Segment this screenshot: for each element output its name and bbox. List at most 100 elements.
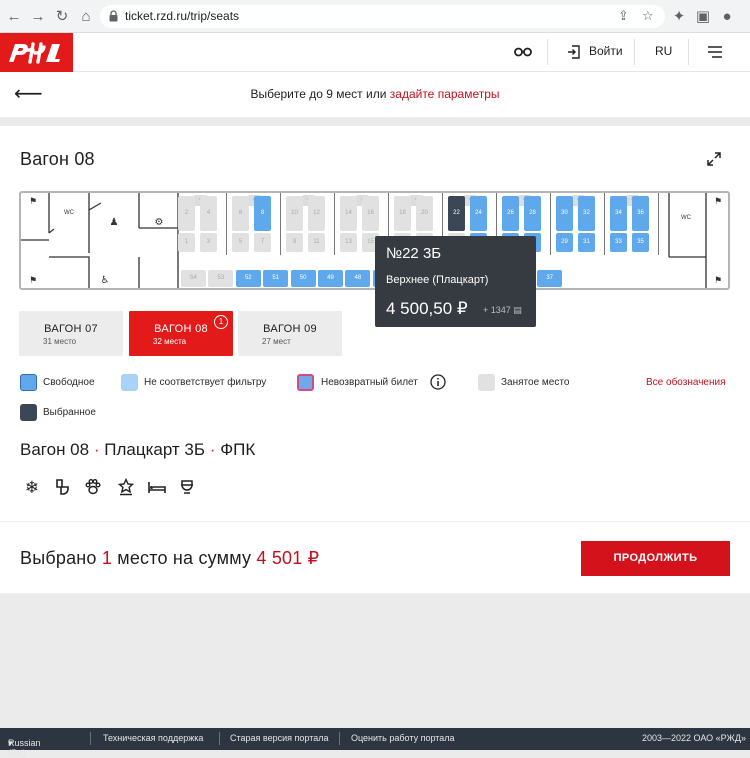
set-parameters-link[interactable]: задайте параметры (390, 87, 500, 101)
side-seat[interactable]: 49 (318, 270, 343, 287)
side-seat[interactable]: 37 (537, 270, 563, 287)
legend-taken-swatch (478, 374, 495, 391)
selection-total: Выбрано 1 место на сумму 4 501 ₽ (20, 548, 319, 569)
rzd-logo[interactable] (0, 33, 73, 72)
wagon-tab-count: 27 мест (262, 337, 291, 346)
all-legend-link[interactable]: Все обозначения (646, 377, 726, 388)
seat-upper[interactable]: 8 (254, 196, 271, 231)
site-header: Войти RU (0, 33, 750, 72)
legend-free-label: Свободное (43, 377, 95, 388)
seat-lower[interactable]: 33 (610, 233, 627, 252)
seat-upper[interactable]: 28 (524, 196, 541, 231)
seat-lower[interactable]: 13 (340, 233, 357, 252)
seat-lower[interactable]: 3 (200, 233, 217, 252)
seat-lower[interactable]: 35 (632, 233, 649, 252)
snowflake-icon: ❄ (24, 478, 40, 497)
seat-upper[interactable]: 20 (416, 196, 433, 231)
award-icon (116, 477, 136, 498)
wagon-title: Вагон 08 (20, 149, 95, 169)
seat-lower[interactable]: 31 (578, 233, 595, 252)
seat-upper[interactable]: 6 (232, 196, 249, 231)
tooltip-bonus-value: + 1347 (483, 305, 511, 315)
reload-icon[interactable]: ↻ (52, 7, 72, 27)
legend-free-swatch (20, 374, 37, 391)
wagon-service-area: WC ♟ ⚙ ♿ ⚑ ⚑ (21, 193, 179, 288)
tooltip-price: 4 500,50 ₽ (386, 299, 468, 318)
seat-upper[interactable]: 36 (632, 196, 649, 231)
bonus-card-icon: ▤ (513, 305, 522, 315)
login-icon[interactable] (567, 45, 580, 59)
footer-support-link[interactable]: Техническая поддержка (103, 733, 203, 743)
seat-lower[interactable]: 7 (254, 233, 271, 252)
legend-no-filter-label: Не соответствует фильтру (144, 377, 267, 388)
side-seat[interactable]: 54 (181, 270, 206, 287)
seat-lower[interactable]: 29 (556, 233, 573, 252)
svg-text:WC: WC (681, 215, 692, 221)
selection-summary: Выбрано 1 место на сумму 4 501 ₽ ПРОДОЛЖ… (0, 521, 750, 593)
sidebar-icon[interactable]: ▣ (693, 7, 713, 27)
seat-lower[interactable]: 11 (308, 233, 325, 252)
seat-lower[interactable]: 5 (232, 233, 249, 252)
compartment-divider (280, 193, 281, 255)
wagon-tab-08[interactable]: ВАГОН 08 32 места 1 (129, 311, 233, 356)
seat-upper[interactable]: 4 (200, 196, 217, 231)
carrier-name: ФПК (220, 440, 256, 459)
seat-upper[interactable]: 2 (178, 196, 195, 231)
side-seat[interactable]: 50 (290, 270, 316, 287)
tooltip-seat-number: №22 3Б (386, 245, 442, 262)
language-switch[interactable]: RU (655, 44, 672, 58)
seat-lower[interactable]: 1 (178, 233, 195, 252)
forward-arrow-icon[interactable]: → (28, 7, 48, 27)
side-seat[interactable]: 51 (263, 270, 289, 287)
seat-upper[interactable]: 34 (610, 196, 627, 231)
side-seat[interactable]: 52 (235, 270, 261, 287)
side-seat[interactable]: 48 (345, 270, 371, 287)
lock-icon (109, 10, 118, 22)
wagon-tab-09[interactable]: ВАГОН 09 27 мест (238, 311, 342, 356)
extensions-icon[interactable]: ✦ (669, 7, 689, 27)
wagon-tab-name: ВАГОН 07 (44, 323, 98, 335)
back-arrow-icon[interactable]: ← (4, 7, 24, 27)
seat-upper[interactable]: 10 (286, 196, 303, 231)
seat-upper[interactable]: 12 (308, 196, 325, 231)
seat-upper[interactable]: 14 (340, 196, 357, 231)
seat-selected[interactable]: 22 (448, 196, 465, 231)
seat-lower[interactable]: 9 (286, 233, 303, 252)
car-info-heading: Вагон 08 · Плацкарт 3Б · ФПК (20, 440, 256, 459)
share-icon[interactable]: ⇪ (618, 8, 629, 24)
summary-middle: место на сумму (117, 548, 252, 568)
accessibility-glasses-icon[interactable] (514, 47, 532, 57)
svg-text:WC: WC (64, 210, 75, 216)
expand-icon[interactable] (706, 151, 722, 167)
seat-upper[interactable]: 24 (470, 196, 487, 231)
compartment-divider (604, 193, 605, 255)
seat-tooltip: №22 3Б Верхнее (Плацкарт) 4 500,50 ₽ + 1… (375, 236, 536, 327)
seat-upper[interactable]: 32 (578, 196, 595, 231)
svg-text:♿: ♿ (101, 275, 110, 286)
tooltip-bonus: + 1347 ▤ (483, 305, 522, 316)
info-icon[interactable] (430, 374, 446, 390)
svg-text:⚑: ⚑ (29, 196, 37, 206)
wagon-tab-count: 31 место (43, 337, 77, 346)
home-icon[interactable]: ⌂ (76, 7, 96, 27)
legend-nonrefundable-swatch (297, 374, 314, 391)
summary-prefix: Выбрано (20, 548, 97, 568)
continue-button[interactable]: ПРОДОЛЖИТЬ (581, 541, 730, 576)
login-link[interactable]: Войти (589, 44, 623, 58)
seat-upper[interactable]: 26 (502, 196, 519, 231)
profile-icon[interactable]: ● (717, 7, 737, 27)
footer-copyright: 2003—2022 ОАО «РЖД» (642, 733, 746, 743)
compartment-divider (658, 193, 659, 255)
footer-old-version-link[interactable]: Старая версия портала (230, 733, 328, 743)
address-bar[interactable]: ticket.rzd.ru/trip/seats ⇪ ☆ (100, 5, 665, 28)
seat-upper[interactable]: 30 (556, 196, 573, 231)
menu-icon[interactable] (707, 46, 723, 58)
seat-upper[interactable]: 16 (362, 196, 379, 231)
wagon-tab-07[interactable]: ВАГОН 07 31 место (19, 311, 123, 356)
star-icon[interactable]: ☆ (642, 8, 654, 24)
seat-upper[interactable]: 18 (394, 196, 411, 231)
legend-nonrefundable-label: Невозвратный билет (321, 377, 418, 388)
footer-rate-link[interactable]: Оценить работу портала (351, 733, 455, 743)
side-seat[interactable]: 53 (208, 270, 234, 287)
wagon-service-area-right: WC ⚑ ⚑ (668, 193, 722, 288)
